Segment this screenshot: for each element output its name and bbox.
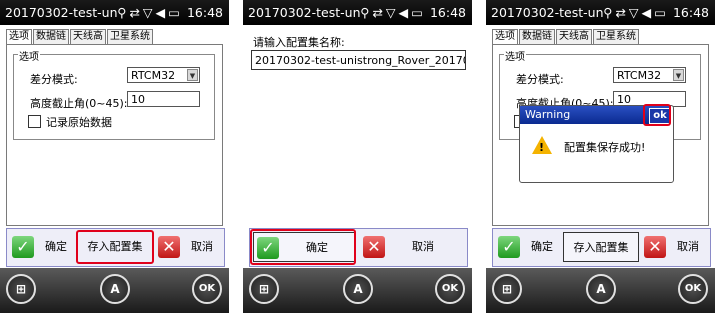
clock: 16:48 [186, 5, 223, 20]
no-signal-icon: ▽ [142, 5, 153, 20]
tab-options[interactable]: 选项 [492, 29, 518, 44]
window-title: 20170302-test-un [248, 5, 361, 20]
sync-arrows-icon: ⇄ [129, 5, 140, 20]
confirm-button[interactable]: ✓ 确定 [495, 232, 561, 262]
screen-save-config: 20170302-test-un ⚲ ⇄ ▽ ◀ ▭ 16:48 请输入配置集名称: 2… [243, 0, 472, 313]
group-legend: 选项 [504, 48, 526, 63]
battery-icon: ▭ [411, 5, 423, 20]
clock: 16:48 [672, 5, 709, 20]
soft-key-bar: ⊞ A OK [0, 268, 229, 313]
warning-dialog: Warning ok ! 配置集保存成功! [519, 104, 674, 183]
no-signal-icon: ▽ [385, 5, 396, 20]
diff-mode-label: 差分模式: [30, 73, 78, 86]
ok-softkey[interactable]: OK [192, 274, 222, 304]
tab-strip: 选项 数据链 天线高 卫星系统 [6, 29, 154, 44]
close-icon: ✕ [363, 236, 385, 258]
action-bar: ✓ 确定 存入配置集 ✕ 取消 [492, 228, 711, 267]
antenna-icon: ⚲ [603, 5, 613, 20]
action-bar: ✓ 确定 存入配置集 ✕ 取消 [6, 228, 225, 267]
chevron-down-icon: ▼ [187, 69, 198, 81]
confirm-button[interactable]: ✓ 确定 [9, 232, 75, 262]
cutoff-angle-label: 高度截止角(0~45): [30, 97, 128, 110]
status-bar: 20170302-test-un ⚲ ⇄ ▽ ◀ ▭ 16:48 [0, 0, 229, 25]
speaker-icon: ◀ [155, 5, 166, 20]
sync-arrows-icon: ⇄ [372, 5, 383, 20]
tab-antenna-height[interactable]: 天线高 [556, 29, 592, 44]
antenna-icon: ⚲ [360, 5, 370, 20]
soft-key-bar: ⊞ A OK [243, 268, 472, 313]
speaker-icon: ◀ [641, 5, 652, 20]
tab-options[interactable]: 选项 [6, 29, 32, 44]
no-signal-icon: ▽ [628, 5, 639, 20]
highlight-box [76, 230, 154, 264]
diff-mode-select[interactable]: RTCM32 ▼ [127, 67, 200, 83]
status-bar: 20170302-test-un ⚲ ⇄ ▽ ◀ ▭ 16:48 [486, 0, 715, 25]
sync-arrows-icon: ⇄ [615, 5, 626, 20]
record-raw-label: 记录原始数据 [46, 116, 112, 129]
record-raw-checkbox[interactable] [28, 115, 41, 128]
clock: 16:48 [429, 5, 466, 20]
battery-icon: ▭ [654, 5, 666, 20]
windows-start-button[interactable]: ⊞ [249, 274, 279, 304]
antenna-icon: ⚲ [117, 5, 127, 20]
tab-datalink[interactable]: 数据链 [33, 29, 69, 44]
options-group: 选项 差分模式: RTCM32 ▼ 高度截止角(0~45): 10 记录原始数据 [13, 48, 215, 140]
screen-save-success: 20170302-test-un ⚲ ⇄ ▽ ◀ ▭ 16:48 选项 数据链 天线高 … [486, 0, 715, 313]
cancel-button[interactable]: ✕ 取消 [360, 232, 462, 262]
ok-softkey[interactable]: OK [678, 274, 708, 304]
speaker-icon: ◀ [398, 5, 409, 20]
keyboard-button[interactable]: A [586, 274, 616, 304]
close-icon: ✕ [158, 236, 180, 258]
config-name-input[interactable]: 20170302-test-unistrong_Rover_2017030 [251, 50, 466, 70]
close-icon: ✕ [644, 236, 666, 258]
keyboard-button[interactable]: A [343, 274, 373, 304]
cutoff-angle-input[interactable]: 10 [127, 91, 200, 107]
save-config-button[interactable]: 存入配置集 [563, 232, 639, 262]
config-name-prompt: 请输入配置集名称: [253, 36, 345, 49]
cancel-button[interactable]: ✕ 取消 [155, 232, 221, 262]
window-title: 20170302-test-un [5, 5, 118, 20]
tab-strip: 选项 数据链 天线高 卫星系统 [492, 29, 640, 44]
window-title: 20170302-test-un [491, 5, 604, 20]
tab-satellite-system[interactable]: 卫星系统 [593, 29, 639, 44]
checkmark-icon: ✓ [498, 236, 520, 258]
screen-options: 20170302-test-un ⚲ ⇄ ▽ ◀ ▭ 16:48 选项 数据链 天线高 … [0, 0, 229, 313]
keyboard-button[interactable]: A [100, 274, 130, 304]
windows-start-button[interactable]: ⊞ [492, 274, 522, 304]
tab-satellite-system[interactable]: 卫星系统 [107, 29, 153, 44]
highlight-box [250, 229, 356, 265]
windows-start-button[interactable]: ⊞ [6, 274, 36, 304]
highlight-box [643, 104, 671, 126]
action-bar: ✓ 确定 ✕ 取消 [249, 228, 468, 267]
chevron-down-icon: ▼ [673, 69, 684, 81]
options-pane: 选项 差分模式: RTCM32 ▼ 高度截止角(0~45): 10 记录原始数据 [6, 44, 223, 226]
battery-icon: ▭ [168, 5, 180, 20]
status-bar: 20170302-test-un ⚲ ⇄ ▽ ◀ ▭ 16:48 [243, 0, 472, 25]
checkmark-icon: ✓ [12, 236, 34, 258]
tab-antenna-height[interactable]: 天线高 [70, 29, 106, 44]
warning-message: 配置集保存成功! [564, 141, 646, 154]
cancel-button[interactable]: ✕ 取消 [641, 232, 707, 262]
tab-datalink[interactable]: 数据链 [519, 29, 555, 44]
ok-softkey[interactable]: OK [435, 274, 465, 304]
soft-key-bar: ⊞ A OK [486, 268, 715, 313]
diff-mode-select[interactable]: RTCM32 ▼ [613, 67, 686, 83]
diff-mode-label: 差分模式: [516, 73, 564, 86]
group-legend: 选项 [18, 48, 40, 63]
